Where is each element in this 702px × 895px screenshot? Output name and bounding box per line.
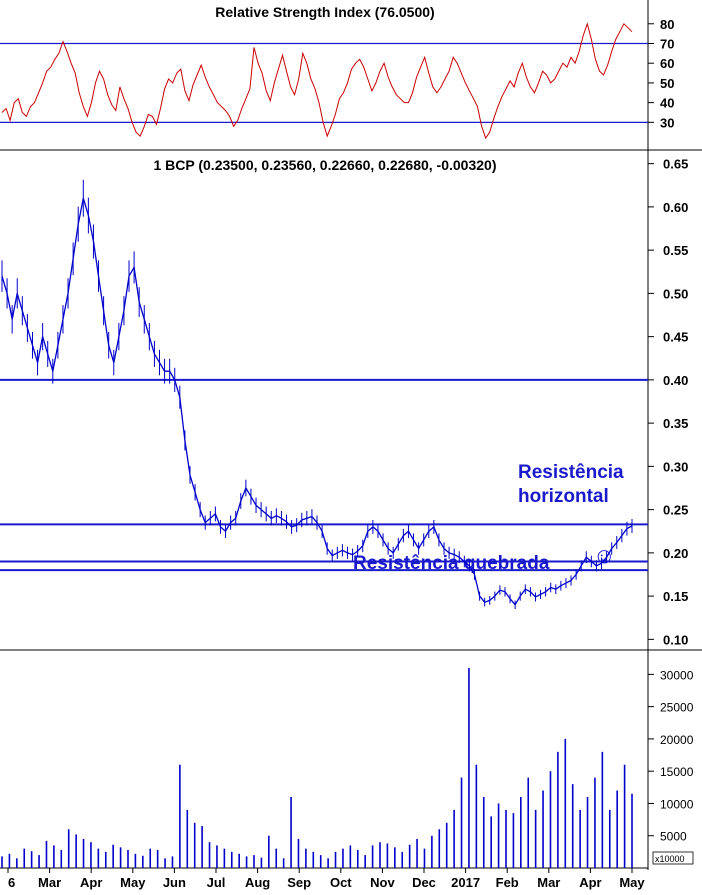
- rsi-tick-label: 70: [660, 36, 674, 51]
- price-tick-label: 0.40: [663, 373, 688, 388]
- price-tick-label: 0.35: [663, 416, 688, 431]
- x-tick-label: Aug: [245, 875, 270, 890]
- volume-tick-label: 15000: [660, 765, 694, 779]
- rsi-series-line: [1, 22, 633, 140]
- x-tick-label: Mar: [38, 875, 61, 890]
- x-tick-label: 2017: [451, 875, 480, 890]
- rsi-tick-label: 80: [660, 17, 674, 32]
- x-tick-label: Apr: [80, 875, 102, 890]
- volume-tick-label: 5000: [660, 830, 687, 844]
- annotation-resistencia-horizontal-1: Resistência: [518, 462, 624, 483]
- x-tick-label: Jul: [207, 875, 226, 890]
- volume-tick-label: 20000: [660, 733, 694, 747]
- x-tick-label: Mar: [537, 875, 560, 890]
- price-tick-label: 0.25: [663, 503, 688, 518]
- price-tick-label: 0.50: [663, 286, 688, 301]
- price-tick-label: 0.45: [663, 330, 688, 345]
- volume-tick-label: 10000: [660, 797, 694, 811]
- price-title: 1 BCP (0.23500, 0.23560, 0.22660, 0.2268…: [153, 157, 496, 173]
- x-tick-label: 6: [8, 875, 15, 890]
- rsi-title: Relative Strength Index (76.0500): [215, 4, 434, 20]
- x-tick-label: Oct: [330, 875, 352, 890]
- x-tick-label: May: [619, 875, 645, 890]
- volume-unit-label: x10000: [655, 854, 685, 864]
- price-tick-label: 0.60: [663, 200, 688, 215]
- price-tick-label: 0.55: [663, 243, 688, 258]
- x-tick-label: Sep: [287, 875, 311, 890]
- rsi-tick-label: 40: [660, 96, 674, 111]
- x-tick-label: Dec: [412, 875, 436, 890]
- x-tick-label: Nov: [370, 875, 395, 890]
- x-tick-label: Feb: [496, 875, 519, 890]
- annotation-resistencia-horizontal-2: horizontal: [518, 486, 609, 507]
- price-tick-label: 0.30: [663, 459, 688, 474]
- volume-tick-label: 30000: [660, 668, 694, 682]
- x-tick-label: Jun: [163, 875, 186, 890]
- rsi-tick-label: 50: [660, 76, 674, 91]
- rsi-tick-label: 30: [660, 115, 674, 130]
- price-tick-label: 0.15: [663, 589, 688, 604]
- price-tick-label: 0.10: [663, 632, 688, 647]
- price-tick-label: 0.20: [663, 546, 688, 561]
- x-tick-label: May: [120, 875, 146, 890]
- stock-chart: Relative Strength Index (76.0500) 1 BCP …: [0, 0, 702, 890]
- chart-canvas: Relative Strength Index (76.0500) 1 BCP …: [0, 0, 702, 890]
- x-tick-label: Apr: [579, 875, 601, 890]
- rsi-tick-label: 60: [660, 56, 674, 71]
- price-series-line: [1, 198, 633, 606]
- volume-tick-label: 25000: [660, 701, 694, 715]
- price-tick-label: 0.65: [663, 157, 688, 172]
